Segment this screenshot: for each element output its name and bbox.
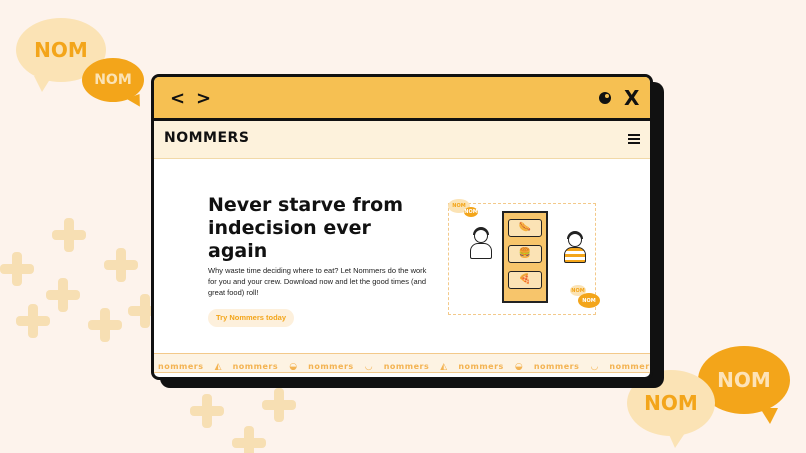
plus-decoration [232, 426, 266, 453]
mini-nom-text: NOM [582, 297, 596, 304]
plus-decoration [52, 218, 86, 252]
browser-window: < > X NOMMERS Never starve from indecisi… [151, 74, 653, 380]
chevron-right-icon[interactable]: > [196, 88, 211, 109]
burger-icon: ◒ [289, 362, 298, 372]
mini-nom-text: NOM [571, 287, 585, 294]
nom-bubble-text: NOM [94, 72, 132, 88]
nom-bubble-text: NOM [717, 368, 771, 392]
mini-nom-bubble: NOM [464, 207, 478, 217]
plus-decoration [0, 252, 34, 286]
mini-nom-text: NOM [464, 209, 478, 215]
ticker-label: nommers [158, 362, 204, 371]
pizza-icon: 🍕 [508, 271, 542, 289]
window-titlebar: < > X [154, 77, 650, 121]
plus-decoration [262, 388, 296, 422]
hero-description: Why waste time deciding where to eat? Le… [208, 266, 427, 297]
burger-icon: ◒ [514, 362, 523, 372]
croissant-icon: ◡ [590, 362, 599, 372]
brand-ticker: nommers ◭ nommers ◒ nommers ◡ nommers ◭ … [154, 353, 650, 373]
nom-bubble-text: NOM [644, 391, 698, 415]
hero-title: Never starve from indecision ever again [208, 194, 404, 262]
nom-bubble-text: NOM [34, 38, 88, 62]
bubble-tail [667, 430, 687, 448]
hotdog-icon: 🌭 [508, 219, 542, 237]
plus-decoration [16, 304, 50, 338]
cheese-icon: ◭ [214, 362, 222, 372]
try-nommers-button[interactable]: Try Nommers today [208, 309, 295, 327]
ticker-label: nommers [609, 362, 650, 371]
plus-decoration [190, 394, 224, 428]
nom-speech-bubble: NOM [82, 58, 144, 111]
ticker-label: nommers [232, 362, 279, 371]
plus-decoration [88, 308, 122, 342]
ticker-label: nommers [308, 362, 354, 371]
bubble-tail [34, 76, 52, 92]
person-boy-illustration [468, 227, 494, 263]
ticker-label: nommers [458, 362, 504, 371]
food-menu-board: 🌭 🍔 🍕 [502, 211, 548, 303]
nommers-logo[interactable]: NOMMERS [164, 130, 249, 146]
plus-decoration [104, 248, 138, 282]
ticker-label: nommers [533, 362, 580, 371]
hero-illustration: 🌭 🍔 🍕 NOM NOM NOM NOM [444, 197, 600, 319]
hero-section: Never starve from indecision ever again … [154, 159, 650, 349]
plus-decoration [46, 278, 80, 312]
hamburger-menu-icon[interactable] [628, 134, 640, 144]
person-girl-illustration [562, 231, 588, 267]
mini-nom-bubble: NOM [578, 293, 600, 308]
site-navbar: NOMMERS [154, 121, 650, 159]
bubble-tail [760, 408, 778, 424]
burger-icon: 🍔 [508, 245, 542, 263]
close-icon[interactable]: X [624, 86, 639, 110]
chevron-left-icon[interactable]: < [170, 88, 185, 109]
croissant-icon: ◡ [364, 362, 373, 372]
cheese-icon: ◭ [440, 362, 448, 372]
record-icon[interactable] [599, 92, 611, 104]
ticker-label: nommers [383, 362, 430, 371]
bubble-tail [126, 93, 144, 111]
